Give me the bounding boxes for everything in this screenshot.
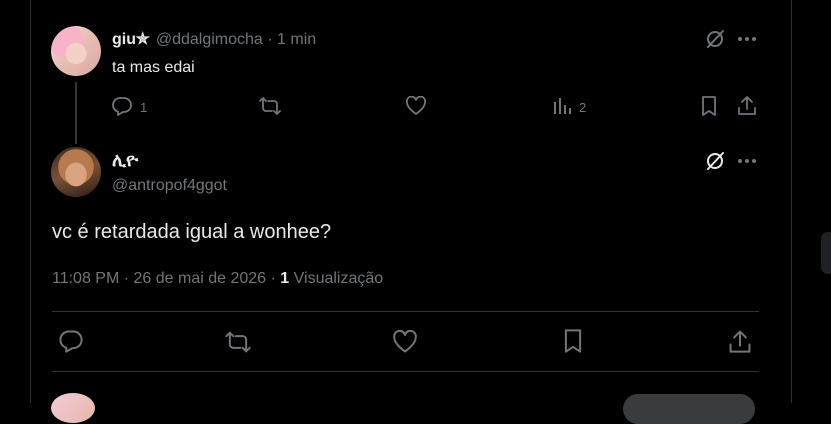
views-icon[interactable] <box>553 96 573 116</box>
bookmark-icon[interactable] <box>700 95 718 117</box>
post-text: vc é retardada igual a wonhee? <box>52 221 332 243</box>
bookmark-icon[interactable] <box>562 328 584 354</box>
share-icon[interactable] <box>737 94 757 116</box>
author-handle[interactable]: @antropof4ggot <box>112 177 227 195</box>
reply-button[interactable] <box>623 394 755 424</box>
heart-icon[interactable] <box>405 96 427 116</box>
retweet-icon[interactable] <box>224 329 252 355</box>
avatar[interactable] <box>51 147 101 197</box>
right-panel-edge <box>821 232 831 274</box>
more-icon[interactable] <box>737 158 757 164</box>
column-border-right <box>791 0 792 403</box>
author-handle[interactable]: @ddalgimocha <box>156 31 263 48</box>
thread-line <box>75 82 77 144</box>
post-meta: 11:08 PM · 26 de mai de 2026 · 1 Visuali… <box>52 270 383 288</box>
author-name[interactable]: ሊዮ <box>112 150 138 171</box>
grok-icon[interactable] <box>704 28 726 50</box>
more-icon[interactable] <box>737 36 757 42</box>
reply-icon[interactable] <box>111 95 133 117</box>
divider <box>52 311 759 312</box>
retweet-icon[interactable] <box>258 95 282 117</box>
avatar[interactable] <box>51 393 95 423</box>
avatar[interactable] <box>51 26 101 76</box>
reply-text: ta mas edai <box>112 59 195 76</box>
reply-header: giu✮ @ddalgimocha · 1 min <box>112 29 316 49</box>
column-border-left <box>30 0 31 403</box>
reply-icon[interactable] <box>58 328 84 354</box>
post-timestamp[interactable]: 11:08 PM · 26 de mai de 2026 · <box>52 270 280 287</box>
divider <box>52 371 759 372</box>
author-name[interactable]: giu✮ <box>112 31 149 48</box>
post-time[interactable]: · 1 min <box>267 31 316 48</box>
heart-icon[interactable] <box>392 330 418 354</box>
views-label: Visualização <box>289 270 384 287</box>
views-count: 1 <box>280 270 290 287</box>
views-count: 2 <box>579 100 587 115</box>
grok-icon[interactable] <box>704 150 726 172</box>
reply-count: 1 <box>140 100 148 115</box>
share-icon[interactable] <box>728 328 752 354</box>
